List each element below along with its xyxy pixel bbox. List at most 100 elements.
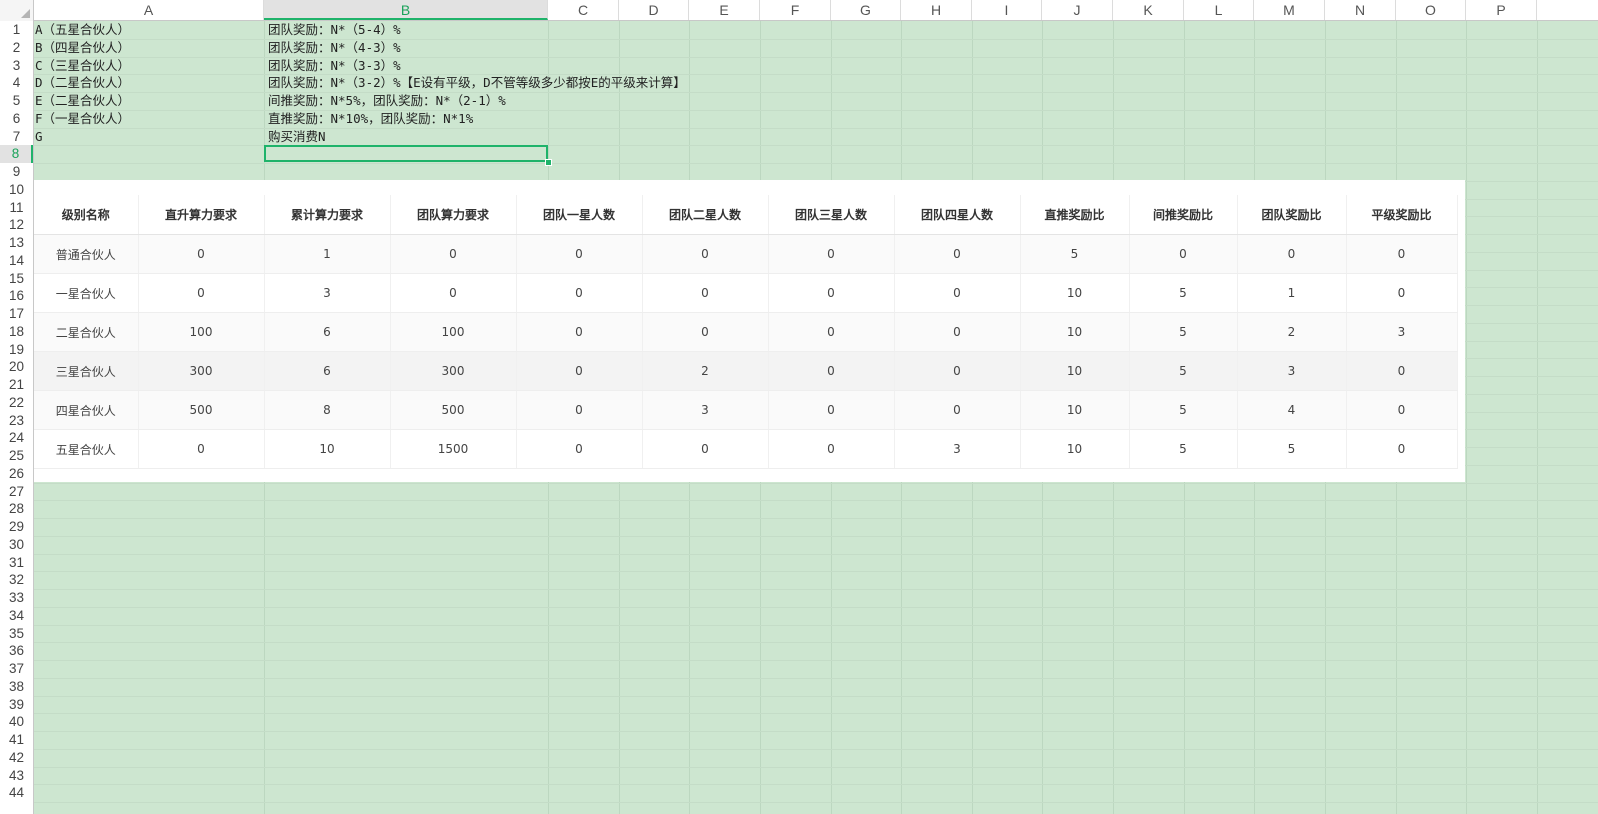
row-header-8[interactable]: 8	[0, 145, 33, 163]
row-header-43[interactable]: 43	[0, 767, 33, 785]
row-header-15[interactable]: 15	[0, 270, 33, 288]
rank-table-header-cell: 直升算力要求	[138, 195, 265, 235]
table-row: 四星合伙人 500 8 500 0 3 0 0 10 5 4 0	[34, 390, 1458, 430]
column-header-n[interactable]: N	[1325, 0, 1396, 20]
row-header-14[interactable]: 14	[0, 252, 33, 270]
select-all-triangle-icon	[21, 9, 30, 18]
column-header-o[interactable]: O	[1396, 0, 1466, 20]
rank-value-cell: 10	[1020, 351, 1130, 391]
cell-a4[interactable]: D（二星合伙人）	[35, 74, 130, 92]
column-header-m[interactable]: M	[1254, 0, 1325, 20]
row-header-33[interactable]: 33	[0, 589, 33, 607]
embedded-rank-table-image[interactable]: 级别名称 直升算力要求 累计算力要求 团队算力要求 团队一星人数 团队二星人数 团队三星人数…	[34, 180, 1465, 482]
grid-hline	[34, 766, 1598, 768]
column-header-a[interactable]: A	[34, 0, 264, 20]
row-header-35[interactable]: 35	[0, 625, 33, 643]
rank-table-header-cell: 团队三星人数	[768, 195, 895, 235]
cell-b3[interactable]: 团队奖励：N*（3-3）%	[268, 57, 401, 75]
row-header-38[interactable]: 38	[0, 678, 33, 696]
row-header-37[interactable]: 37	[0, 660, 33, 678]
cell-b5[interactable]: 间推奖励：N*5%，团队奖励：N*（2-1）%	[268, 92, 506, 110]
row-header-32[interactable]: 32	[0, 571, 33, 589]
rank-value-cell: 1	[1237, 273, 1347, 313]
cell-a7[interactable]: G	[35, 128, 43, 146]
rank-value-cell: 2	[1237, 312, 1347, 352]
grid-hline	[34, 731, 1598, 732]
row-header-10[interactable]: 10	[0, 181, 33, 199]
row-header-26[interactable]: 26	[0, 465, 33, 483]
rank-name-cell: 普通合伙人	[34, 234, 139, 274]
select-all-corner[interactable]	[0, 0, 34, 21]
rank-value-cell: 0	[390, 234, 517, 274]
row-header-13[interactable]: 13	[0, 234, 33, 252]
row-header-5[interactable]: 5	[0, 92, 33, 110]
cell-b2[interactable]: 团队奖励：N*（4-3）%	[268, 39, 401, 57]
row-header-44[interactable]: 44	[0, 784, 33, 802]
cell-a5[interactable]: E（二星合伙人）	[35, 92, 130, 110]
row-header-19[interactable]: 19	[0, 341, 33, 359]
cell-b1[interactable]: 团队奖励：N*（5-4）%	[268, 21, 401, 39]
fill-handle[interactable]	[545, 159, 552, 166]
column-header-p[interactable]: P	[1466, 0, 1537, 20]
row-header-9[interactable]: 9	[0, 163, 33, 181]
rank-value-cell: 0	[1346, 234, 1458, 274]
row-header-7[interactable]: 7	[0, 128, 33, 146]
row-header-23[interactable]: 23	[0, 412, 33, 430]
column-header-f[interactable]: F	[760, 0, 831, 20]
row-header-4[interactable]: 4	[0, 74, 33, 92]
column-header-g[interactable]: G	[831, 0, 901, 20]
row-header-34[interactable]: 34	[0, 607, 33, 625]
table-row: 三星合伙人 300 6 300 0 2 0 0 10 5 3 0	[34, 351, 1458, 391]
cell-b4[interactable]: 团队奖励：N*（3-2）%【E设有平级，D不管等级多少都按E的平级来计算】	[268, 74, 686, 92]
row-header-12[interactable]: 12	[0, 216, 33, 234]
row-header-21[interactable]: 21	[0, 376, 33, 394]
row-header-29[interactable]: 29	[0, 518, 33, 536]
column-header-e[interactable]: E	[689, 0, 760, 20]
row-header-30[interactable]: 30	[0, 536, 33, 554]
table-row: 一星合伙人 0 3 0 0 0 0 0 10 5 1 0	[34, 273, 1458, 313]
rank-value-cell: 3	[1237, 351, 1347, 391]
row-header-22[interactable]: 22	[0, 394, 33, 412]
cell-a6[interactable]: F（一星合伙人）	[35, 110, 130, 128]
row-header-41[interactable]: 41	[0, 731, 33, 749]
column-header-l[interactable]: L	[1184, 0, 1254, 20]
row-header-31[interactable]: 31	[0, 554, 33, 572]
column-header-i[interactable]: I	[972, 0, 1042, 20]
rank-value-cell: 0	[516, 234, 643, 274]
rank-value-cell: 5	[1129, 429, 1238, 469]
row-header-6[interactable]: 6	[0, 110, 33, 128]
rank-value-cell: 300	[390, 351, 517, 391]
cell-a2[interactable]: B（四星合伙人）	[35, 39, 130, 57]
cell-b7[interactable]: 购买消费N	[268, 128, 326, 146]
column-header-d[interactable]: D	[619, 0, 689, 20]
row-header-36[interactable]: 36	[0, 642, 33, 660]
rank-value-cell: 300	[138, 351, 265, 391]
row-header-25[interactable]: 25	[0, 447, 33, 465]
cell-a1[interactable]: A（五星合伙人）	[35, 21, 130, 39]
cell-b6[interactable]: 直推奖励：N*10%，团队奖励：N*1%	[268, 110, 473, 128]
row-header-20[interactable]: 20	[0, 358, 33, 376]
row-header-1[interactable]: 1	[0, 21, 33, 39]
column-header-bar: ABCDEFGHIJKLMNOP	[0, 0, 1598, 21]
column-header-c[interactable]: C	[548, 0, 619, 20]
row-header-2[interactable]: 2	[0, 39, 33, 57]
row-header-42[interactable]: 42	[0, 749, 33, 767]
row-header-16[interactable]: 16	[0, 287, 33, 305]
rank-value-cell: 8	[264, 390, 391, 430]
column-header-b[interactable]: B	[264, 0, 548, 20]
row-header-3[interactable]: 3	[0, 57, 33, 75]
row-header-40[interactable]: 40	[0, 713, 33, 731]
selected-cell-b8[interactable]	[264, 145, 548, 162]
row-header-27[interactable]: 27	[0, 483, 33, 501]
column-header-h[interactable]: H	[901, 0, 972, 20]
grid-hline	[34, 624, 1598, 626]
column-header-k[interactable]: K	[1113, 0, 1184, 20]
cell-a3[interactable]: C（三星合伙人）	[35, 57, 130, 75]
row-header-18[interactable]: 18	[0, 323, 33, 341]
row-header-24[interactable]: 24	[0, 429, 33, 447]
row-header-11[interactable]: 11	[0, 199, 33, 217]
row-header-39[interactable]: 39	[0, 696, 33, 714]
row-header-28[interactable]: 28	[0, 500, 33, 518]
row-header-17[interactable]: 17	[0, 305, 33, 323]
column-header-j[interactable]: J	[1042, 0, 1113, 20]
